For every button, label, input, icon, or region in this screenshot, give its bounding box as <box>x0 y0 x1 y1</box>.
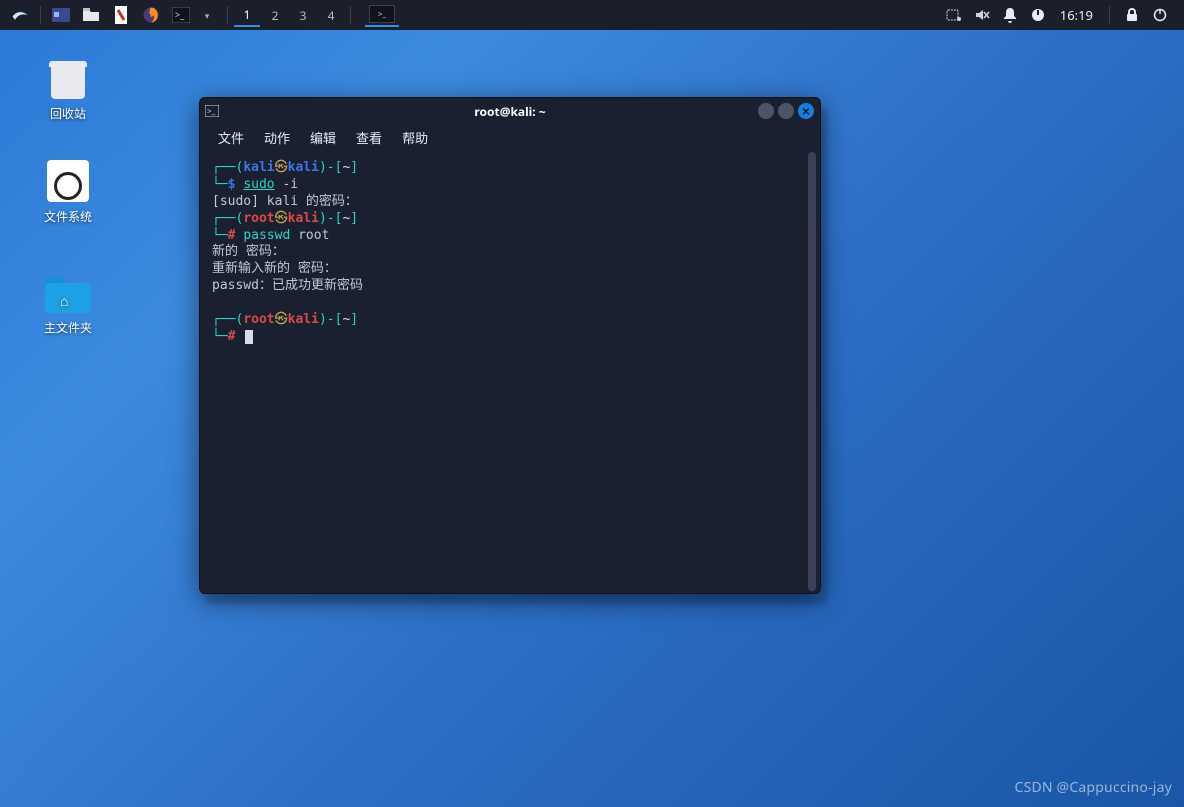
terminal-dropdown-icon[interactable]: ▾ <box>193 3 221 27</box>
output-line: 重新输入新的 密码： <box>212 261 808 278</box>
prompt-line: ┌──(kali㉿kali)-[~] <box>212 160 808 177</box>
watermark: CSDN @Cappuccino-jay <box>1015 778 1172 797</box>
prompt-line: └─$ sudo -i <box>212 177 808 194</box>
desktop-filesystem-label: 文件系统 <box>28 208 108 225</box>
workspace-1[interactable]: 1 <box>234 3 260 27</box>
menu-help[interactable]: 帮助 <box>394 126 436 149</box>
workspace-4[interactable]: 4 <box>318 3 344 27</box>
panel-right: 16:19 <box>944 5 1178 25</box>
terminal-scrollbar[interactable] <box>808 152 816 591</box>
close-button[interactable]: ✕ <box>798 103 814 119</box>
terminal-window[interactable]: >_ root@kali: ~ ✕ 文件 动作 编辑 查看 帮助 ┌──(kal… <box>199 97 821 594</box>
prompt-line: ┌──(root㉿kali)-[~] <box>212 211 808 228</box>
top-panel: >_ ▾ 1 2 3 4 >_ 16:19 <box>0 0 1184 30</box>
terminal-titlebar-icon: >_ <box>200 105 224 117</box>
minimize-button[interactable] <box>758 103 774 119</box>
prompt-line: └─# <box>212 329 808 346</box>
firefox-icon[interactable] <box>137 3 165 27</box>
menu-file[interactable]: 文件 <box>210 126 252 149</box>
lock-icon[interactable] <box>1122 5 1142 25</box>
workspace-2[interactable]: 2 <box>262 3 288 27</box>
cursor <box>245 330 253 344</box>
panel-left: >_ ▾ 1 2 3 4 >_ <box>6 3 399 27</box>
panel-divider <box>227 6 228 24</box>
power-icon[interactable] <box>1028 5 1048 25</box>
terminal-titlebar[interactable]: >_ root@kali: ~ ✕ <box>200 98 820 124</box>
window-controls: ✕ <box>758 103 814 119</box>
svg-text:>_: >_ <box>207 106 216 117</box>
prompt-line: └─# passwd root <box>212 228 808 245</box>
folder-icon: ⌂ <box>45 273 91 313</box>
volume-muted-icon[interactable] <box>972 5 992 25</box>
filesystem-icon <box>47 160 89 202</box>
output-line: [sudo] kali 的密码： <box>212 194 808 211</box>
terminal-launcher-icon[interactable]: >_ <box>167 3 195 27</box>
terminal-body[interactable]: ┌──(kali㉿kali)-[~] └─$ sudo -i [sudo] ka… <box>200 150 820 593</box>
output-line: 新的 密码： <box>212 244 808 261</box>
session-icon[interactable] <box>1150 5 1170 25</box>
panel-divider <box>350 6 351 24</box>
trash-icon <box>46 55 90 99</box>
menu-edit[interactable]: 编辑 <box>302 126 344 149</box>
terminal-menubar: 文件 动作 编辑 查看 帮助 <box>200 124 820 150</box>
prompt-line: ┌──(root㉿kali)-[~] <box>212 312 808 329</box>
desktop-filesystem[interactable]: 文件系统 <box>28 160 108 225</box>
panel-divider <box>40 6 41 24</box>
desktop-home-label: 主文件夹 <box>28 319 108 336</box>
show-desktop-icon[interactable] <box>47 3 75 27</box>
desktop-trash-label: 回收站 <box>28 105 108 122</box>
blank-line <box>212 295 808 312</box>
screen-record-icon[interactable] <box>944 5 964 25</box>
app-menu-kali-icon[interactable] <box>6 3 34 27</box>
taskbar-terminal-thumb-icon: >_ <box>369 5 395 23</box>
desktop-home[interactable]: ⌂ 主文件夹 <box>28 273 108 336</box>
desktop-trash[interactable]: 回收站 <box>28 55 108 122</box>
terminal-title: root@kali: ~ <box>200 103 820 120</box>
menu-action[interactable]: 动作 <box>256 126 298 149</box>
text-editor-icon[interactable] <box>107 3 135 27</box>
notifications-icon[interactable] <box>1000 5 1020 25</box>
workspace-3[interactable]: 3 <box>290 3 316 27</box>
output-line: passwd：已成功更新密码 <box>212 278 808 295</box>
panel-divider <box>1109 6 1110 24</box>
taskbar-terminal-button[interactable]: >_ <box>365 3 399 27</box>
svg-text:>_: >_ <box>175 8 185 21</box>
home-glyph-icon: ⌂ <box>60 292 68 311</box>
file-manager-icon[interactable] <box>77 3 105 27</box>
menu-view[interactable]: 查看 <box>348 126 390 149</box>
clock[interactable]: 16:19 <box>1056 6 1097 24</box>
maximize-button[interactable] <box>778 103 794 119</box>
